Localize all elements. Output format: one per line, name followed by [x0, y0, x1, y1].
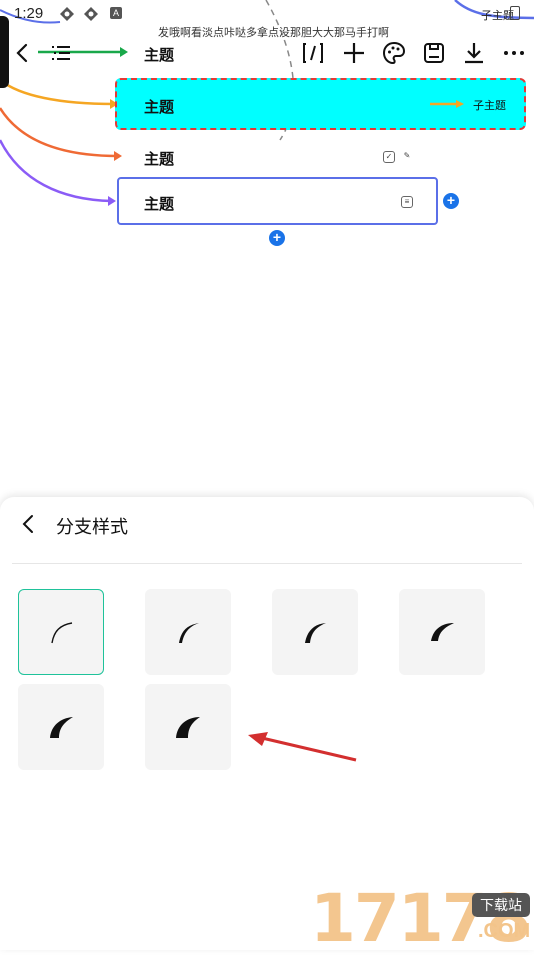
child-topic-label[interactable]: 子主题	[473, 97, 506, 113]
topic-label[interactable]: 主题	[144, 193, 174, 214]
edit-icon[interactable]: ✎	[401, 151, 413, 163]
annotation-arrow	[248, 732, 357, 762]
battery-icon	[510, 6, 520, 20]
note-icon[interactable]: ✓	[383, 151, 395, 163]
outline-icon[interactable]	[48, 40, 74, 66]
app-icon	[60, 7, 74, 21]
topic-label[interactable]: 主题	[144, 148, 174, 169]
comment-icon[interactable]: ≡	[401, 196, 413, 208]
panel-back-icon[interactable]	[18, 513, 40, 535]
palette-icon[interactable]	[381, 40, 407, 66]
document-title: 发哦啊看淡点咔哒多拿点没那胆大大那马手打啊	[158, 27, 389, 39]
add-sibling-button[interactable]: +	[443, 193, 459, 209]
save-icon[interactable]	[421, 40, 447, 66]
panel-title: 分支样式	[56, 517, 128, 537]
more-icon[interactable]	[501, 40, 527, 66]
branch-style-2[interactable]	[145, 589, 231, 675]
add-child-button[interactable]: +	[269, 230, 285, 246]
root-topic-label[interactable]: 主题	[144, 44, 174, 65]
watermark-badge: 下载站	[472, 893, 530, 917]
child-connector	[430, 100, 464, 108]
watermark-number: 17178	[310, 880, 532, 957]
branch-style-3[interactable]	[272, 589, 358, 675]
branch-style-1[interactable]	[18, 589, 104, 675]
a-badge-icon: A	[110, 7, 122, 19]
app-icon	[84, 7, 98, 21]
download-icon[interactable]	[461, 40, 487, 66]
branch-style-4[interactable]	[399, 589, 485, 675]
back-icon[interactable]	[10, 40, 36, 66]
divider	[12, 563, 522, 564]
topic-label[interactable]: 主题	[144, 96, 174, 117]
branch-style-5[interactable]	[18, 684, 104, 770]
branch-style-6[interactable]	[145, 684, 231, 770]
watermark-suffix: .COM	[478, 920, 531, 942]
status-time: 1:29	[14, 5, 44, 22]
format-icon[interactable]	[300, 40, 326, 66]
side-handle[interactable]	[0, 16, 9, 88]
add-icon[interactable]	[341, 40, 367, 66]
